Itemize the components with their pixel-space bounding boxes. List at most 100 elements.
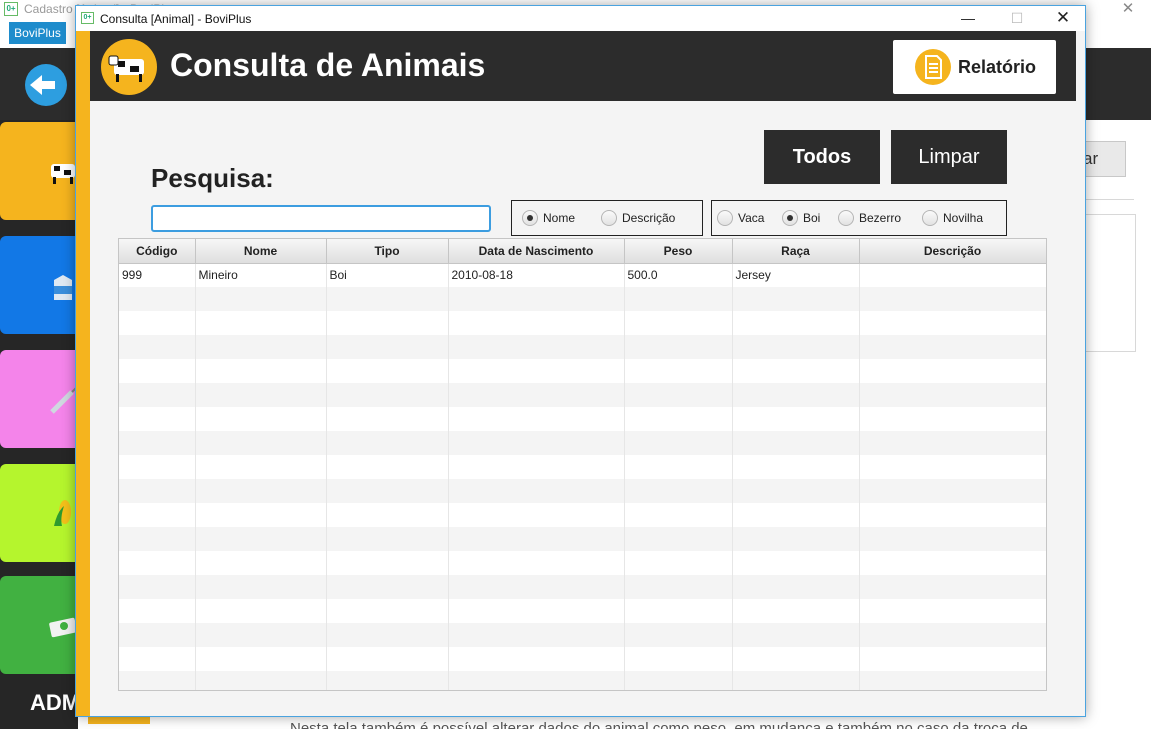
radio-descricao[interactable]: Descrição: [601, 210, 675, 226]
table-cell: [859, 263, 1046, 287]
table-cell-empty: [326, 455, 449, 479]
close-icon[interactable]: ✕: [1048, 9, 1078, 29]
table-cell-empty: [326, 479, 449, 503]
clear-button[interactable]: Limpar: [891, 130, 1007, 184]
radio-bezerro[interactable]: Bezerro: [838, 210, 901, 226]
boviplus-menu-button[interactable]: BoviPlus: [9, 22, 66, 44]
table-cell-empty: [732, 359, 860, 383]
app-icon: 0+: [4, 2, 18, 16]
money-icon: [49, 617, 78, 638]
column-header-raca[interactable]: Raça: [732, 239, 860, 264]
table-cell-empty: [624, 575, 733, 599]
table-cell-empty: [732, 479, 860, 503]
sidebar-tile-finance[interactable]: [0, 576, 78, 674]
table-cell-empty: [732, 527, 860, 551]
table-cell-empty: [624, 623, 733, 647]
table-row-empty: [119, 359, 1046, 383]
column-header-tipo[interactable]: Tipo: [326, 239, 449, 264]
radio-vaca[interactable]: Vaca: [717, 210, 764, 226]
table-body: 999 Mineiro Boi 2010-08-18 500.0 Jersey: [119, 263, 1046, 690]
table-cell-empty: [119, 431, 196, 455]
search-field-radio-group: Nome Descrição: [511, 200, 703, 236]
table-cell-empty: [119, 287, 196, 311]
table-cell-empty: [624, 455, 733, 479]
sidebar-tile-animals[interactable]: [0, 122, 78, 220]
table-cell-empty: [119, 359, 196, 383]
show-all-button[interactable]: Todos: [764, 130, 880, 184]
arrow-left-icon[interactable]: [25, 64, 67, 106]
column-header-nome[interactable]: Nome: [195, 239, 327, 264]
radio-label: Vaca: [738, 211, 765, 225]
table-cell-empty: [119, 551, 196, 575]
background-close-icon[interactable]: ✕: [1118, 0, 1138, 19]
table-cell-empty: [195, 647, 327, 671]
table-cell-empty: [859, 599, 1046, 623]
radio-button[interactable]: [522, 210, 538, 226]
table-cell-empty: [859, 479, 1046, 503]
table-cell-empty: [624, 431, 733, 455]
table-cell-empty: [195, 335, 327, 359]
table-cell-empty: [326, 335, 449, 359]
table-cell-empty: [326, 623, 449, 647]
table-row-empty: [119, 671, 1046, 690]
radio-button[interactable]: [601, 210, 617, 226]
column-header-data-nascimento[interactable]: Data de Nascimento: [448, 239, 625, 264]
table-cell-empty: [732, 335, 860, 359]
column-header-peso[interactable]: Peso: [624, 239, 733, 264]
page-title: Consulta de Animais: [170, 47, 486, 83]
syringe-icon: [50, 387, 77, 414]
table-cell-empty: [195, 623, 327, 647]
table-cell-empty: [448, 335, 625, 359]
dialog-accent-bar: [76, 31, 90, 716]
table-cell-empty: [448, 311, 625, 335]
maximize-icon[interactable]: ☐: [1002, 9, 1032, 29]
sidebar-tile-vaccine[interactable]: [0, 350, 78, 448]
table-cell-empty: [448, 407, 625, 431]
table-row[interactable]: 999 Mineiro Boi 2010-08-18 500.0 Jersey: [119, 263, 1046, 287]
table-cell-empty: [326, 503, 449, 527]
background-partial-button[interactable]: ar: [1080, 141, 1126, 177]
report-button[interactable]: Relatório: [893, 40, 1056, 94]
table-cell-empty: [624, 359, 733, 383]
app-icon: 0+: [81, 12, 94, 24]
table-cell-empty: [448, 383, 625, 407]
radio-button[interactable]: [922, 210, 938, 226]
table-cell-empty: [195, 431, 327, 455]
background-help-text: Nesta tela também é possível alterar dad…: [290, 720, 1028, 729]
search-input[interactable]: [151, 205, 491, 232]
radio-boi[interactable]: Boi: [782, 210, 820, 226]
table-row-empty: [119, 455, 1046, 479]
background-divider: [1086, 199, 1134, 200]
minimize-icon[interactable]: —: [953, 9, 983, 29]
radio-button[interactable]: [838, 210, 854, 226]
sidebar-tile-milk[interactable]: [0, 236, 78, 334]
sidebar-tile-feed[interactable]: [0, 464, 78, 562]
table-cell-empty: [119, 503, 196, 527]
table-cell-empty: [859, 431, 1046, 455]
table-cell-empty: [732, 383, 860, 407]
radio-button[interactable]: [717, 210, 733, 226]
table-cell-empty: [326, 359, 449, 383]
table-cell-empty: [326, 599, 449, 623]
table-cell-empty: [195, 287, 327, 311]
table-row-empty: [119, 599, 1046, 623]
table-cell-empty: [859, 407, 1046, 431]
radio-button[interactable]: [782, 210, 798, 226]
table-cell-empty: [195, 575, 327, 599]
table-cell-empty: [624, 335, 733, 359]
table-cell-empty: [326, 671, 449, 690]
table-cell-empty: [624, 287, 733, 311]
background-text-area[interactable]: [1086, 214, 1136, 352]
column-header-descricao[interactable]: Descrição: [859, 239, 1046, 264]
table-cell-empty: [859, 383, 1046, 407]
table-cell-empty: [624, 671, 733, 690]
table-cell-empty: [732, 311, 860, 335]
radio-nome[interactable]: Nome: [522, 210, 575, 226]
radio-novilha[interactable]: Novilha: [922, 210, 983, 226]
animals-table[interactable]: Código Nome Tipo Data de Nascimento Peso…: [118, 238, 1047, 691]
column-header-codigo[interactable]: Código: [119, 239, 196, 264]
table-cell-empty: [195, 599, 327, 623]
table-cell-empty: [732, 671, 860, 690]
document-icon: [915, 49, 951, 85]
table-cell-empty: [732, 503, 860, 527]
